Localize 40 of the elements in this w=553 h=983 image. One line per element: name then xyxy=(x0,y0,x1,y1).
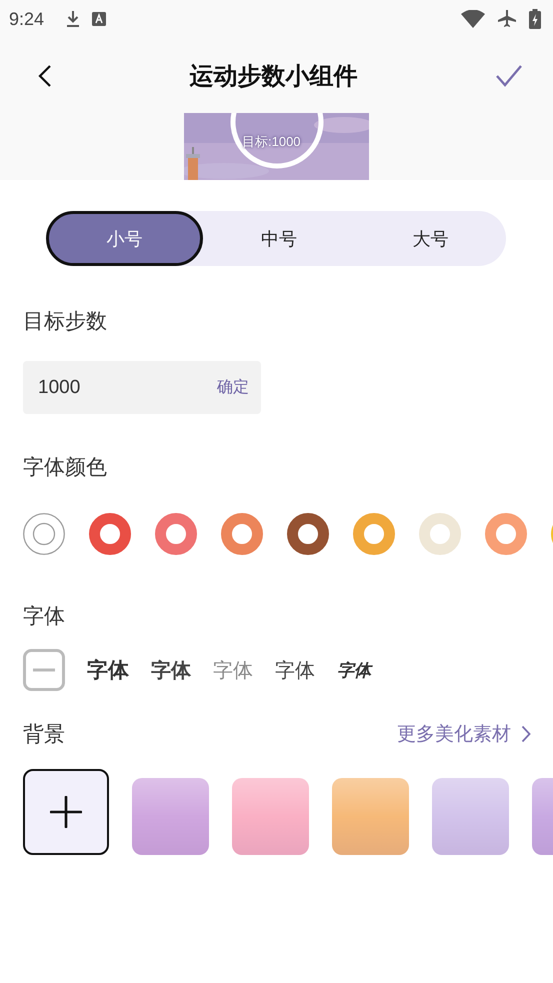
color-swatch[interactable] xyxy=(353,513,395,555)
color-swatch[interactable] xyxy=(89,513,131,555)
size-tab[interactable]: 中号 xyxy=(203,211,355,266)
chevron-right-icon[interactable] xyxy=(521,725,531,743)
section-title: 字体颜色 xyxy=(23,454,108,481)
size-tab[interactable]: 大号 xyxy=(354,211,506,266)
no-font-icon[interactable] xyxy=(23,649,65,691)
font-option[interactable]: 字体 xyxy=(275,656,315,684)
background-swatch[interactable] xyxy=(432,778,509,855)
status-time: 9:24 xyxy=(9,8,44,30)
battery-icon xyxy=(529,9,541,29)
goal-input-field[interactable]: 1000 确定 xyxy=(23,361,261,414)
goal-text: 目标:1000 xyxy=(242,133,301,151)
section-title: 目标步数 xyxy=(23,308,108,335)
wifi-icon xyxy=(461,10,485,28)
font-option[interactable]: 字体 xyxy=(151,656,191,684)
back-icon[interactable] xyxy=(38,64,52,88)
airplane-icon xyxy=(497,9,517,29)
color-swatch[interactable] xyxy=(287,513,329,555)
font-option[interactable]: 字体 xyxy=(213,656,253,684)
plus-icon xyxy=(50,796,82,828)
background-swatch[interactable] xyxy=(132,778,209,855)
confirm-button[interactable]: 确定 xyxy=(217,377,249,398)
default-color-option[interactable] xyxy=(23,513,65,555)
font-option[interactable]: 字体 xyxy=(87,656,129,684)
section-title: 背景 xyxy=(23,721,65,748)
size-tab[interactable]: 小号 xyxy=(46,211,204,266)
more-materials-link[interactable]: 更多美化素材 xyxy=(397,721,511,747)
color-swatch[interactable] xyxy=(155,513,197,555)
add-background-button[interactable] xyxy=(23,769,109,855)
download-icon xyxy=(66,10,80,28)
background-swatch[interactable] xyxy=(332,778,409,855)
section-title: 字体 xyxy=(23,603,66,630)
check-icon[interactable] xyxy=(495,64,523,88)
keyboard-app-icon xyxy=(92,12,106,26)
color-swatch[interactable] xyxy=(485,513,527,555)
background-swatch[interactable] xyxy=(232,778,309,855)
font-option[interactable]: 字体 xyxy=(337,658,371,682)
color-swatch[interactable] xyxy=(221,513,263,555)
page-title: 运动步数小组件 xyxy=(190,60,358,92)
